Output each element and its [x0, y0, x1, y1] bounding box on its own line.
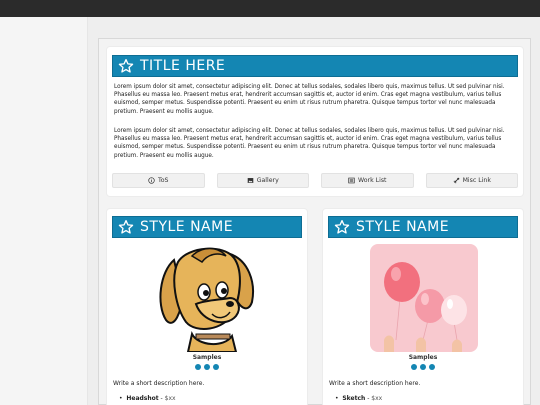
sample-dot[interactable] — [213, 364, 219, 370]
samples-label: Samples — [408, 354, 438, 361]
style-title: STYLE NAME — [140, 219, 234, 235]
style-card: STYLE NAME Samples Write a short descrip… — [322, 208, 524, 405]
gallery-button-label: Gallery — [256, 177, 279, 184]
sample-dot[interactable] — [195, 364, 201, 370]
style-title-bar: STYLE NAME — [328, 216, 518, 238]
title-bar: TITLE HERE — [112, 55, 518, 77]
style-description: Write a short description here. — [113, 380, 205, 387]
link-button-row: ToS Gallery Work List Misc Link — [112, 173, 518, 188]
work-list-button-label: Work List — [358, 177, 387, 184]
cartoon-dog-image[interactable] — [152, 242, 262, 352]
tos-button[interactable]: ToS — [112, 173, 205, 188]
sample-dots — [107, 364, 307, 370]
star-icon — [334, 220, 350, 234]
pink-balloons-image[interactable] — [370, 244, 478, 352]
star-icon — [118, 220, 134, 234]
sample-dot[interactable] — [429, 364, 435, 370]
sample-dot[interactable] — [420, 364, 426, 370]
style-card: STYLE NAME Samples Write a short descrip… — [106, 208, 308, 405]
style-title: STYLE NAME — [356, 219, 450, 235]
gallery-button[interactable]: Gallery — [216, 173, 309, 188]
price-item-name: Sketch — [342, 395, 366, 402]
price-item-name: Headshot — [126, 395, 159, 402]
top-bar — [0, 0, 540, 17]
sample-dots — [323, 364, 523, 370]
image-icon — [247, 178, 254, 183]
price-item-value: $xx — [164, 395, 176, 402]
intro-paragraph: Lorem ipsum dolor sit amet, consectetur … — [114, 128, 505, 159]
star-icon — [118, 59, 134, 73]
sample-dot[interactable] — [411, 364, 417, 370]
price-item-value: $xx — [371, 395, 383, 402]
info-icon — [148, 177, 155, 184]
sidebar — [0, 17, 88, 405]
price-list-item: • Headshot - $xx — [119, 395, 176, 402]
work-list-button[interactable]: Work List — [321, 173, 414, 188]
page-title: TITLE HERE — [140, 58, 226, 74]
link-icon — [453, 177, 459, 184]
style-title-bar: STYLE NAME — [112, 216, 302, 238]
price-list-item: • Sketch - $xx — [335, 395, 383, 402]
samples-label: Samples — [192, 354, 222, 361]
list-icon — [348, 177, 355, 184]
intro-paragraph: Lorem ipsum dolor sit amet, consectetur … — [114, 84, 505, 115]
misc-link-button[interactable]: Misc Link — [425, 173, 518, 188]
misc-link-button-label: Misc Link — [462, 177, 491, 184]
sample-dot[interactable] — [204, 364, 210, 370]
header-card: TITLE HERE Lorem ipsum dolor sit amet, c… — [106, 46, 524, 197]
tos-button-label: ToS — [158, 177, 169, 184]
style-description: Write a short description here. — [329, 380, 421, 387]
